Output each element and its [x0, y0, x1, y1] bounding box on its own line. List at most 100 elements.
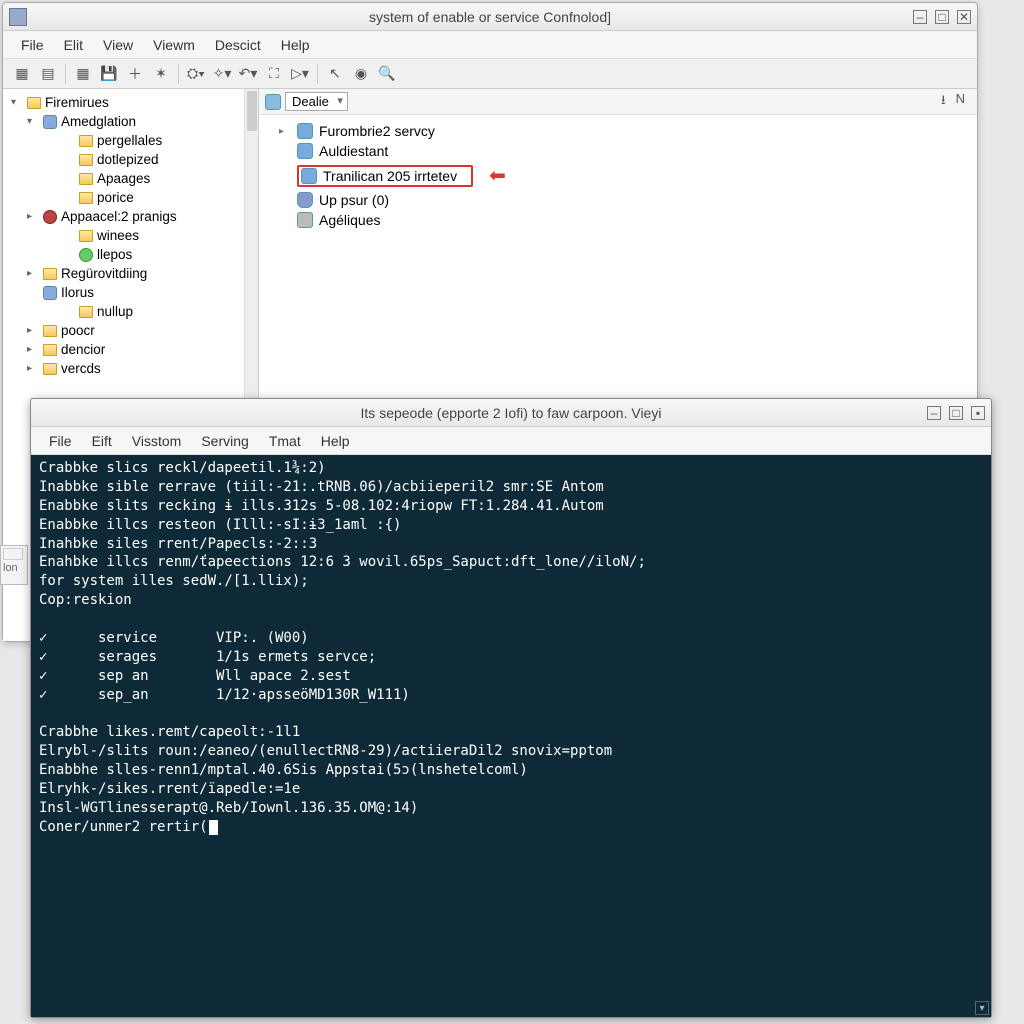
folder-icon [27, 97, 41, 109]
service-icon [297, 143, 313, 159]
chevron-icon[interactable]: ▾ [27, 116, 39, 127]
service-label: Up psur (0) [319, 192, 389, 208]
gear-icon[interactable]: ⛭▾ [185, 63, 207, 85]
menu-viewer[interactable]: Viewm [145, 34, 203, 56]
main-titlebar[interactable]: system of enable or service Confnolod] –… [3, 3, 977, 31]
tool-icon[interactable]: ↖ [324, 63, 346, 85]
open-icon[interactable]: ▤ [37, 63, 59, 85]
globe-icon[interactable]: ◉ [350, 63, 372, 85]
tree-item-label: poocr [61, 323, 95, 338]
tree-item-label: winees [97, 228, 139, 243]
maximize-button[interactable]: □ [949, 406, 963, 420]
main-toolbar: ▦ ▤ ▦ 💾 ＋ ✶ ⛭▾ ✧▾ ↶▾ ⛶ ▷▾ ↖ ◉ 🔍 [3, 59, 977, 89]
folder-icon [79, 230, 93, 242]
service-item[interactable]: Tranilican 205 irrtetev⬅ [259, 161, 977, 190]
tree-item[interactable]: pergellales [3, 131, 258, 150]
tree-item[interactable]: ▸ poocr [3, 321, 258, 340]
tree-item[interactable]: nullup [3, 302, 258, 321]
tree-item[interactable]: ▾ Amedglation [3, 112, 258, 131]
service-icon [297, 212, 313, 228]
tree-item-label: dotlepized [97, 152, 159, 167]
menu-view[interactable]: View [95, 34, 141, 56]
service-item[interactable]: Agéliques [259, 210, 977, 230]
save-icon[interactable]: 💾 [98, 63, 120, 85]
folder-icon [79, 135, 93, 147]
term-menu-format[interactable]: Tmat [261, 430, 309, 452]
minimize-button[interactable]: – [927, 406, 941, 420]
chevron-icon[interactable]: ▸ [27, 325, 39, 336]
run-icon[interactable]: ▷▾ [289, 63, 311, 85]
tree-item[interactable]: ▸Appaacel:2 pranigs [3, 207, 258, 226]
grid-icon[interactable]: ▦ [72, 63, 94, 85]
term-menu-view[interactable]: Visstom [124, 430, 190, 452]
terminal-output[interactable]: Crabbke slics reckl/dapeetil.1¾:2) Inabb… [31, 455, 991, 1017]
db-icon [43, 286, 57, 300]
tree-item-label: porice [97, 190, 134, 205]
chevron-icon[interactable]: ▸ [27, 363, 39, 374]
tree-item-label: Ilorus [61, 285, 94, 300]
drive-icon [265, 94, 281, 110]
tree-item[interactable]: ▸dencior [3, 340, 258, 359]
context-selector[interactable]: Dealie [285, 92, 348, 111]
redo-icon[interactable]: ⛶ [263, 63, 285, 85]
service-item[interactable]: ▸ Furombrie2 servcy [259, 121, 977, 141]
chevron-down-icon[interactable]: ▾ [11, 97, 23, 108]
chevron-icon[interactable]: ▸ [27, 268, 39, 279]
chevron-icon[interactable]: ▸ [27, 344, 39, 355]
chevron-icon[interactable]: ▸ [27, 211, 39, 222]
service-label: Tranilican 205 irrtetev [323, 168, 457, 184]
service-label: Auldiestant [319, 143, 388, 159]
tree-item[interactable]: ▸vercds [3, 359, 258, 378]
menu-file[interactable]: File [13, 34, 52, 56]
undo-icon[interactable]: ↶▾ [237, 63, 259, 85]
term-menu-edit[interactable]: Eift [84, 430, 120, 452]
background-window-fragment: lon [0, 545, 28, 585]
tree-item-label: Regürovitdiing [61, 266, 147, 281]
terminal-scroll-corner[interactable]: ▾ [975, 1001, 989, 1015]
search-icon[interactable]: 🔍 [376, 63, 398, 85]
highlighted-service[interactable]: Tranilican 205 irrtetev [297, 165, 473, 187]
service-label: Agéliques [319, 212, 381, 228]
close-button[interactable]: ✕ [957, 10, 971, 24]
tree-root[interactable]: ▾ Firemirues [3, 93, 258, 112]
term-menu-serving[interactable]: Serving [193, 430, 256, 452]
service-icon [301, 168, 317, 184]
folder-icon [79, 173, 93, 185]
tree-item-label: Amedglation [61, 114, 136, 129]
menu-edit[interactable]: Elit [56, 34, 91, 56]
window-title: system of enable or service Confnolod] [369, 9, 611, 25]
tree-item-label: llepos [97, 247, 132, 262]
service-item[interactable]: Auldiestant [259, 141, 977, 161]
tree-item[interactable]: dotlepized [3, 150, 258, 169]
close-button[interactable]: ▪ [971, 406, 985, 420]
refresh-icon[interactable]: ✶ [150, 63, 172, 85]
terminal-cursor [209, 820, 218, 835]
app-icon [9, 8, 27, 26]
tree-item[interactable]: winees [3, 226, 258, 245]
menu-help[interactable]: Help [273, 34, 318, 56]
term-window-controls: – □ ▪ [927, 406, 985, 420]
folder-icon [43, 325, 57, 337]
term-menu-file[interactable]: File [41, 430, 80, 452]
tree-item[interactable]: Apaages [3, 169, 258, 188]
new-icon[interactable]: ▦ [11, 63, 33, 85]
folder-icon [43, 268, 57, 280]
download-icon[interactable]: ⭳ [941, 91, 946, 113]
wizard-icon[interactable]: ✧▾ [211, 63, 233, 85]
service-label: Furombrie2 servcy [319, 123, 435, 139]
plus-icon[interactable]: ＋ [124, 63, 146, 85]
tree-item[interactable]: porice [3, 188, 258, 207]
tree-item[interactable]: ▸ Regürovitdiing [3, 264, 258, 283]
tree-item[interactable]: llepos [3, 245, 258, 264]
tree-item[interactable]: Ilorus [3, 283, 258, 302]
term-menu-help[interactable]: Help [313, 430, 358, 452]
new-shortcut[interactable]: N [956, 91, 965, 113]
scrollbar-thumb[interactable] [247, 91, 257, 131]
term-menubar: File Eift Visstom Serving Tmat Help [31, 427, 991, 455]
menu-describe[interactable]: Descict [207, 34, 269, 56]
maximize-button[interactable]: □ [935, 10, 949, 24]
chevron-icon[interactable]: ▸ [279, 126, 291, 137]
term-titlebar[interactable]: Its sepeode (epporte 2 Iofi) to faw carp… [31, 399, 991, 427]
service-item[interactable]: Up psur (0) [259, 190, 977, 210]
minimize-button[interactable]: – [913, 10, 927, 24]
